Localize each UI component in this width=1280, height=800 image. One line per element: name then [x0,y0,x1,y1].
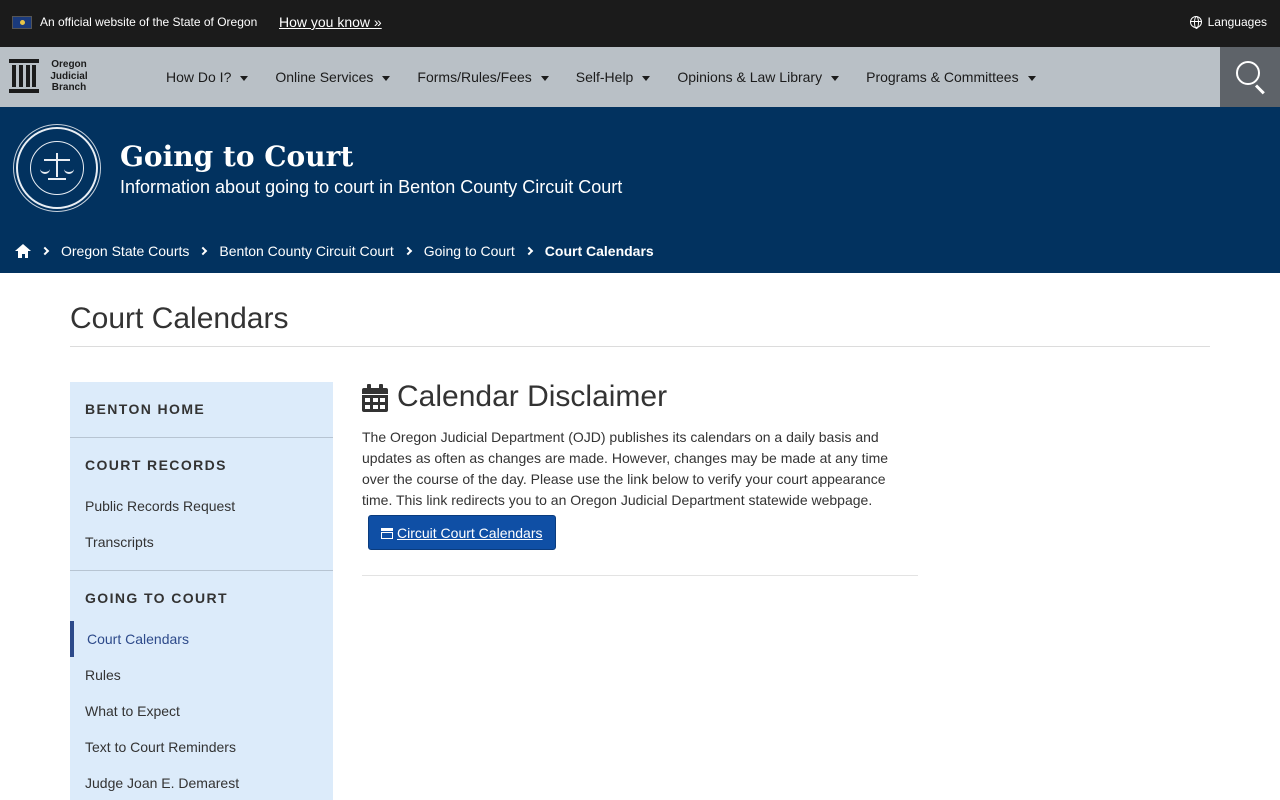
main-navigation: Oregon Judicial Branch How Do I? Online … [0,47,1280,107]
hero-subtitle: Information about going to court in Bent… [120,177,623,197]
divider [70,570,333,571]
active-indicator [70,621,74,657]
sidebar-benton-home[interactable]: BENTON HOME [85,401,205,417]
how-you-know-link[interactable]: How you know » [279,14,382,30]
caret-down-icon [1027,75,1036,81]
search-button[interactable] [1220,47,1280,107]
calendar-icon [381,527,393,539]
breadcrumb-oregon-state-courts[interactable]: Oregon State Courts [61,243,189,259]
sidebar-item-judge-demarest[interactable]: Judge Joan E. Demarest [85,775,239,791]
calendar-icon [362,384,388,412]
sidebar-nav: BENTON HOME COURT RECORDS Public Records… [70,382,333,800]
ojd-logo[interactable]: Oregon Judicial Branch [9,59,91,94]
sidebar-going-to-court[interactable]: GOING TO COURT [85,590,228,606]
sidebar-item-transcripts[interactable]: Transcripts [85,534,154,550]
judicial-department-seal-icon [16,127,98,209]
official-banner: An official website of the State of Oreg… [0,0,1280,47]
caret-down-icon [240,75,249,81]
nav-opinions-law-library[interactable]: Opinions & Law Library [677,69,840,85]
nav-self-help[interactable]: Self-Help [576,69,651,85]
sidebar-item-public-records-request[interactable]: Public Records Request [85,498,235,514]
logo-text: Oregon Judicial Branch [50,59,88,93]
pillar-logo-icon [9,59,39,94]
hero-title: Going to Court [120,140,354,173]
breadcrumb-benton-county[interactable]: Benton County Circuit Court [219,243,393,259]
home-icon[interactable] [15,244,31,258]
breadcrumb-going-to-court[interactable]: Going to Court [424,243,515,259]
breadcrumb: Oregon State Courts Benton County Circui… [15,243,654,259]
languages-label: Languages [1207,15,1267,29]
disclaimer-text: The Oregon Judicial Department (OJD) pub… [362,429,889,508]
sidebar-item-rules[interactable]: Rules [85,667,121,683]
search-icon [1236,61,1260,85]
sidebar-item-court-calendars[interactable]: Court Calendars [70,621,333,657]
nav-menu: How Do I? Online Services Forms/Rules/Fe… [166,47,1063,107]
chevron-right-icon [403,246,412,256]
nav-forms-rules-fees[interactable]: Forms/Rules/Fees [417,69,549,85]
sidebar-item-what-to-expect[interactable]: What to Expect [85,703,180,719]
languages-button[interactable]: Languages [1189,15,1267,29]
chevron-right-icon [40,246,50,256]
circuit-court-calendars-button[interactable]: Circuit Court Calendars [368,515,556,550]
divider [70,437,333,438]
page-hero: Going to Court Information about going t… [0,107,1280,273]
caret-down-icon [642,75,651,81]
nav-programs-committees[interactable]: Programs & Committees [866,69,1036,85]
page-title: Court Calendars [70,302,289,335]
section-heading: Calendar Disclaimer [397,380,668,413]
caret-down-icon [831,75,840,81]
breadcrumb-current: Court Calendars [544,243,654,259]
sidebar-item-text-to-court-reminders[interactable]: Text to Court Reminders [85,739,236,755]
globe-icon [1189,16,1202,29]
chevron-right-icon [199,246,208,256]
chevron-right-icon [524,246,534,256]
divider [70,346,1210,347]
sidebar-court-records[interactable]: COURT RECORDS [85,457,227,473]
divider [362,575,918,576]
oregon-flag-icon [12,16,32,29]
nav-online-services[interactable]: Online Services [275,69,391,85]
caret-down-icon [540,75,549,81]
official-website-text: An official website of the State of Oreg… [40,15,258,29]
caret-down-icon [382,75,391,81]
nav-how-do-i[interactable]: How Do I? [166,69,249,85]
